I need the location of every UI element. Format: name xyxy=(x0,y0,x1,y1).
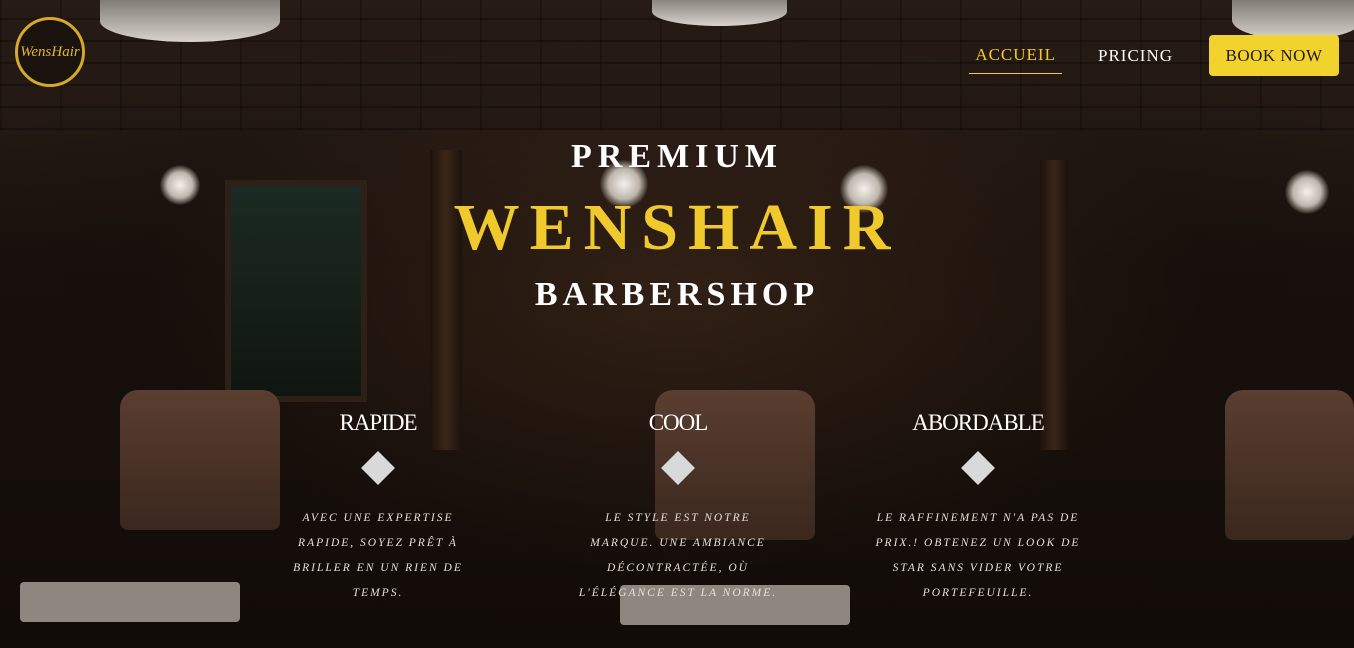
feature-description: Le style est notre marque. Une ambiance … xyxy=(578,512,778,599)
barber-chair xyxy=(120,390,280,530)
main-nav: ACCUEIL PRICING BOOK NOW xyxy=(969,35,1339,76)
feature-description: Le raffinement n'a pas de prix.! Obtenez… xyxy=(875,512,1081,599)
book-now-button[interactable]: BOOK NOW xyxy=(1209,35,1339,76)
nav-link-pricing[interactable]: PRICING xyxy=(1092,38,1179,74)
nav-link-accueil[interactable]: ACCUEIL xyxy=(969,37,1062,74)
logo-text: WensHair xyxy=(20,43,80,60)
barber-chair-base xyxy=(20,582,240,622)
brand-logo[interactable]: WensHair xyxy=(15,17,85,87)
hero-brand-name: WENSHAIR xyxy=(453,191,901,264)
feature-rapide: RAPIDE Avec une expertise rapide, soyez … xyxy=(273,410,483,606)
feature-cool: COOL Le style est notre marque. Une ambi… xyxy=(573,410,783,606)
feature-title: ABORDABLE xyxy=(912,410,1045,435)
barber-chair xyxy=(1225,390,1354,540)
feature-title: RAPIDE xyxy=(339,410,417,435)
feature-abordable: ABORDABLE Le raffinement n'a pas de prix… xyxy=(873,410,1083,606)
hero-line-premium: PREMIUM xyxy=(571,138,783,175)
feature-title: COOL xyxy=(648,410,709,435)
hero-line-barbershop: BARBERSHOP xyxy=(534,276,820,313)
diamond-icon xyxy=(661,451,695,485)
diamond-icon xyxy=(961,451,995,485)
ceiling-lamp-shade xyxy=(100,0,280,42)
diamond-icon xyxy=(361,451,395,485)
feature-description: Avec une expertise rapide, soyez prêt à … xyxy=(293,512,463,599)
ceiling-lamp-shade xyxy=(1232,0,1354,40)
